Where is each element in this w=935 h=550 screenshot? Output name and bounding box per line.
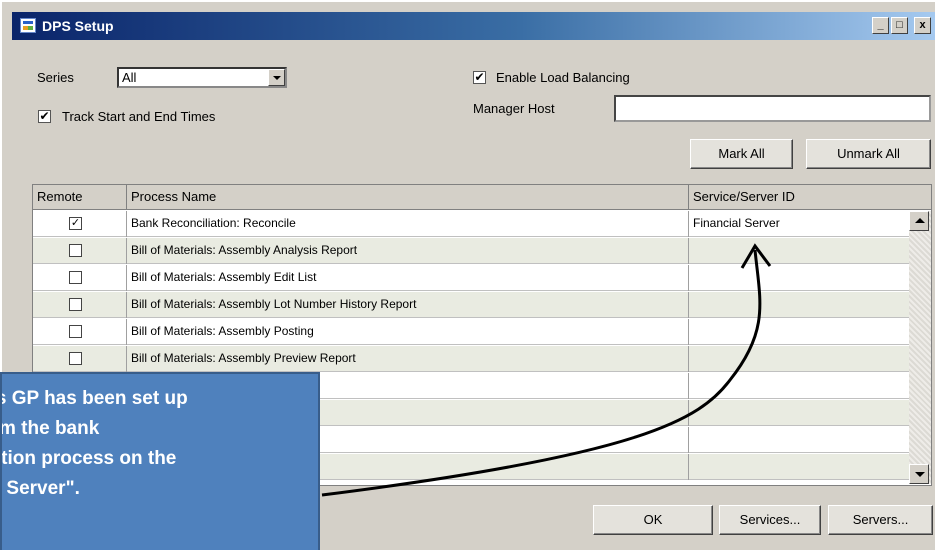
callout-line: orm the bank [0,418,100,439]
minimize-button[interactable]: _ [872,17,889,34]
server-id-cell[interactable] [689,292,909,318]
series-value: All [122,70,137,85]
process-name-cell: Bill of Materials: Assembly Edit List [127,265,689,291]
maximize-button[interactable]: □ [891,17,908,34]
process-name-cell: Bill of Materials: Assembly Analysis Rep… [127,238,689,264]
annotation-callout: ics GP has been set up orm the bank liat… [0,372,320,550]
table-row[interactable]: Bill of Materials: Assembly Lot Number H… [33,292,909,318]
table-row[interactable]: ✓ Bank Reconciliation: Reconcile Financial… [33,211,909,237]
app-icon [20,18,36,33]
window-title: DPS Setup [42,18,114,34]
remote-checkbox[interactable] [69,325,82,338]
column-header-process-name[interactable]: Process Name [127,185,689,210]
remote-cell [33,346,127,372]
server-id-cell[interactable] [689,373,909,399]
callout-line: ics GP has been set up [0,388,188,409]
ok-button[interactable]: OK [593,505,713,535]
manager-host-label: Manager Host [473,101,555,116]
remote-cell [33,292,127,318]
remote-checkbox[interactable] [69,244,82,257]
remote-cell [33,265,127,291]
process-name-cell: Bill of Materials: Assembly Lot Number H… [127,292,689,318]
series-label: Series [37,70,74,85]
callout-line: ial Server". [2,478,80,499]
remote-cell [33,319,127,345]
track-times-label: Track Start and End Times [62,109,216,124]
load-balancing-label: Enable Load Balancing [496,70,630,85]
column-header-server-id[interactable]: Service/Server ID [689,185,931,210]
server-id-cell[interactable]: Financial Server [689,211,909,237]
remote-checkbox[interactable] [69,352,82,365]
series-dropdown[interactable]: All [117,67,287,88]
server-id-cell[interactable] [689,265,909,291]
server-id-cell[interactable] [689,454,909,480]
process-name-cell: Bill of Materials: Assembly Posting [127,319,689,345]
scroll-up-button[interactable] [909,211,929,231]
remote-checkbox[interactable] [69,271,82,284]
server-id-cell[interactable] [689,238,909,264]
grid-header: Remote Process Name Service/Server ID [33,185,931,210]
server-id-cell[interactable] [689,346,909,372]
manager-host-input[interactable] [614,95,931,122]
load-balancing-checkbox[interactable]: ✔ [473,71,486,84]
screenshot: DPS Setup _ □ x Series All ✔ Track Start… [0,0,935,550]
track-times-checkbox[interactable]: ✔ [38,110,51,123]
table-row[interactable]: Bill of Materials: Assembly Analysis Rep… [33,238,909,264]
services-button[interactable]: Services... [719,505,821,535]
remote-cell: ✓ [33,211,127,237]
mark-all-button[interactable]: Mark All [690,139,793,169]
scroll-down-button[interactable] [909,464,929,484]
table-row[interactable]: Bill of Materials: Assembly Posting [33,319,909,345]
table-row[interactable]: Bill of Materials: Assembly Edit List [33,265,909,291]
title-bar[interactable]: DPS Setup _ □ x [12,12,935,40]
unmark-all-button[interactable]: Unmark All [806,139,931,169]
server-id-cell[interactable] [689,400,909,426]
process-name-cell: Bill of Materials: Assembly Preview Repo… [127,346,689,372]
servers-button[interactable]: Servers... [828,505,933,535]
remote-checkbox[interactable] [69,298,82,311]
server-id-cell[interactable] [689,427,909,453]
remote-cell [33,238,127,264]
server-id-cell[interactable] [689,319,909,345]
column-header-remote[interactable]: Remote [33,185,127,210]
remote-checkbox[interactable]: ✓ [69,217,82,230]
chevron-down-icon[interactable] [268,69,285,86]
vertical-scrollbar[interactable] [909,211,931,484]
close-button[interactable]: x [914,17,931,34]
table-row[interactable]: Bill of Materials: Assembly Preview Repo… [33,346,909,372]
process-name-cell: Bank Reconciliation: Reconcile [127,211,689,237]
callout-line: liation process on the [1,448,177,469]
